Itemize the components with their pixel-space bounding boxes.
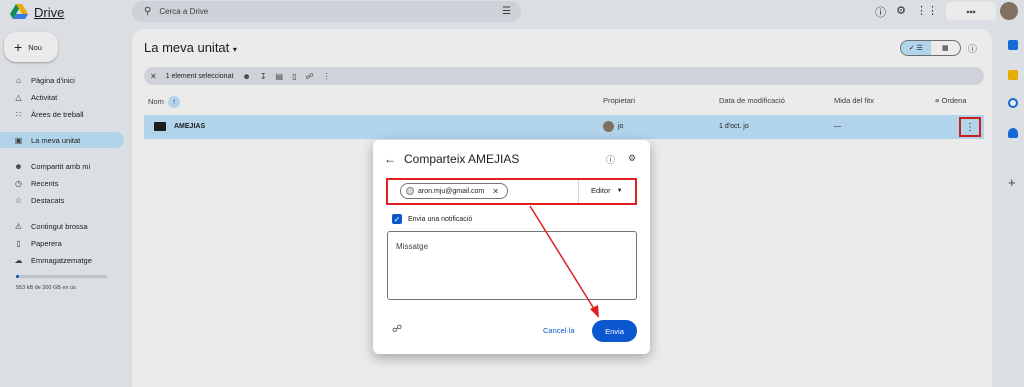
annotation-arrow — [529, 205, 599, 318]
